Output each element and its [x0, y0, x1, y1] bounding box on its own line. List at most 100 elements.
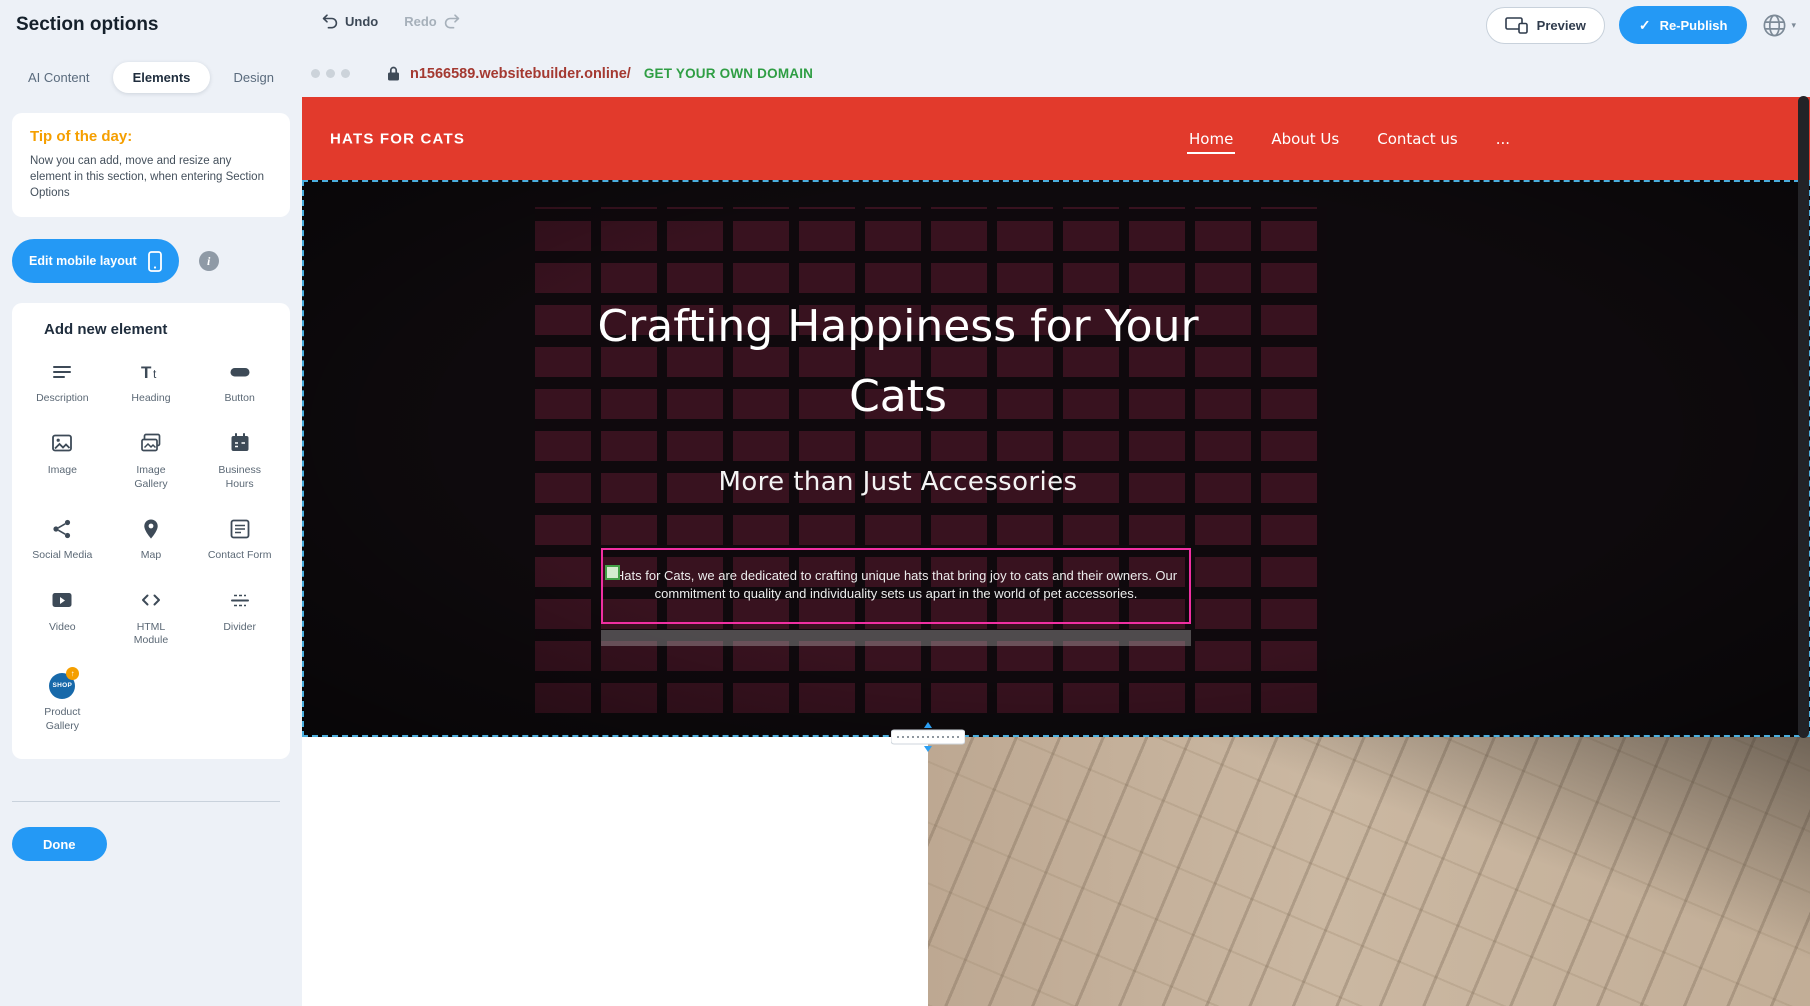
element-video[interactable]: Video: [18, 587, 107, 648]
divider-icon: [228, 587, 252, 614]
hero-section[interactable]: Crafting Happiness for Your Cats More th…: [302, 180, 1810, 737]
hero-paragraph-text: Hats for Cats, we are dedicated to craft…: [609, 567, 1183, 603]
element-description[interactable]: Description: [18, 358, 107, 406]
element-map[interactable]: Map: [107, 515, 196, 563]
element-label: Product Gallery: [30, 706, 94, 733]
section-resize-handle[interactable]: [891, 722, 965, 752]
hero-subheading[interactable]: More than Just Accessories: [588, 467, 1208, 497]
site-url[interactable]: n1566589.websitebuilder.online/: [410, 66, 631, 82]
nav-about-us[interactable]: About Us: [1269, 124, 1341, 154]
description-icon: [50, 358, 74, 385]
hero-heading[interactable]: Crafting Happiness for Your Cats: [588, 292, 1208, 433]
preview-label: Preview: [1537, 18, 1586, 33]
tip-heading: Tip of the day:: [30, 128, 272, 145]
sidebar-divider: [12, 801, 280, 802]
ghost-element-bar: [601, 630, 1191, 646]
element-label: HTML Module: [119, 621, 183, 648]
mobile-layout-row: Edit mobile layout i: [12, 239, 290, 283]
add-element-card: Add new element Description Tt Heading B…: [12, 303, 290, 759]
map-pin-icon: [139, 515, 163, 542]
element-button[interactable]: Button: [195, 358, 284, 406]
element-label: Map: [141, 549, 161, 563]
site-header[interactable]: HATS FOR CATS Home About Us Contact us .…: [302, 97, 1810, 180]
element-business-hours[interactable]: Business Hours: [195, 430, 284, 491]
site-preview: HATS FOR CATS Home About Us Contact us .…: [302, 97, 1810, 1006]
site-nav: Home About Us Contact us ...: [1187, 97, 1512, 180]
element-grid: Description Tt Heading Button Image: [18, 358, 284, 733]
button-icon: [228, 358, 252, 385]
phone-icon: [148, 251, 162, 272]
element-label: Business Hours: [208, 464, 272, 491]
next-section[interactable]: [302, 737, 1810, 1006]
video-icon: [50, 587, 74, 614]
tab-elements[interactable]: Elements: [113, 62, 211, 93]
image-icon: [50, 430, 74, 457]
paving-photo[interactable]: [928, 737, 1810, 1006]
window-dots: [311, 69, 350, 78]
element-label: Image Gallery: [119, 464, 183, 491]
republish-button[interactable]: ✓ Re-Publish: [1619, 6, 1748, 44]
undo-icon: [322, 14, 338, 29]
heading-icon: Tt: [139, 358, 163, 385]
svg-text:t: t: [153, 367, 157, 381]
element-label: Divider: [223, 621, 256, 635]
check-icon: ✓: [1639, 17, 1651, 34]
site-logo[interactable]: HATS FOR CATS: [330, 130, 465, 147]
sidebar-tabs: AI Content Elements Design: [24, 62, 278, 93]
topbar: Section options Undo Redo: [0, 0, 1810, 50]
business-hours-icon: [228, 430, 252, 457]
sidebar: AI Content Elements Design Tip of the da…: [0, 50, 302, 1006]
element-label: Description: [36, 392, 89, 406]
scrollbar-thumb[interactable]: [1798, 96, 1809, 738]
get-domain-link[interactable]: GET YOUR OWN DOMAIN: [644, 66, 813, 81]
element-label: Image: [48, 464, 77, 478]
globe-icon: [1761, 12, 1788, 39]
social-media-icon: [50, 515, 74, 542]
svg-text:T: T: [141, 363, 152, 382]
nav-contact-us[interactable]: Contact us: [1375, 124, 1459, 154]
selection-handle[interactable]: [605, 565, 620, 580]
tip-body: Now you can add, move and resize any ele…: [30, 153, 272, 201]
preview-devices-icon: [1505, 17, 1528, 34]
html-module-icon: [139, 587, 163, 614]
element-contact-form[interactable]: Contact Form: [195, 515, 284, 563]
browser-chrome: n1566589.websitebuilder.online/ GET YOUR…: [302, 50, 1810, 97]
language-globe-button[interactable]: ▾: [1761, 12, 1796, 39]
editor-canvas: n1566589.websitebuilder.online/ GET YOUR…: [302, 50, 1810, 1006]
info-icon[interactable]: i: [199, 251, 219, 271]
element-divider[interactable]: Divider: [195, 587, 284, 648]
window-dot: [311, 69, 320, 78]
nav-home[interactable]: Home: [1187, 124, 1235, 154]
chevron-down-icon: ▾: [1791, 20, 1796, 31]
upgrade-badge-icon: ↑: [66, 667, 79, 680]
element-product-gallery[interactable]: SHOP↑ Product Gallery: [18, 672, 107, 733]
element-label: Button: [224, 392, 254, 406]
element-social-media[interactable]: Social Media: [18, 515, 107, 563]
tip-card: Tip of the day: Now you can add, move an…: [12, 113, 290, 217]
redo-icon: [444, 14, 460, 29]
element-label: Social Media: [32, 549, 92, 563]
tab-design[interactable]: Design: [230, 62, 278, 93]
element-heading[interactable]: Tt Heading: [107, 358, 196, 406]
window-dot: [326, 69, 335, 78]
preview-button[interactable]: Preview: [1486, 7, 1605, 44]
nav-more[interactable]: ...: [1494, 124, 1512, 154]
window-dot: [341, 69, 350, 78]
tab-ai-content[interactable]: AI Content: [24, 62, 93, 93]
hero-paragraph-selected[interactable]: Hats for Cats, we are dedicated to craft…: [601, 548, 1191, 624]
element-html-module[interactable]: HTML Module: [107, 587, 196, 648]
element-image[interactable]: Image: [18, 430, 107, 491]
republish-label: Re-Publish: [1660, 18, 1728, 33]
lock-icon: [387, 66, 400, 81]
topbar-actions: Preview ✓ Re-Publish ▾: [1486, 6, 1796, 44]
undo-button[interactable]: Undo: [322, 14, 378, 29]
product-gallery-icon: SHOP↑: [49, 672, 75, 699]
edit-mobile-layout-button[interactable]: Edit mobile layout: [12, 239, 179, 283]
history-controls: Undo Redo: [322, 14, 460, 29]
undo-label: Undo: [345, 14, 378, 29]
redo-button[interactable]: Redo: [404, 14, 460, 29]
element-label: Heading: [131, 392, 170, 406]
element-image-gallery[interactable]: Image Gallery: [107, 430, 196, 491]
contact-form-icon: [228, 515, 252, 542]
done-button[interactable]: Done: [12, 827, 107, 861]
